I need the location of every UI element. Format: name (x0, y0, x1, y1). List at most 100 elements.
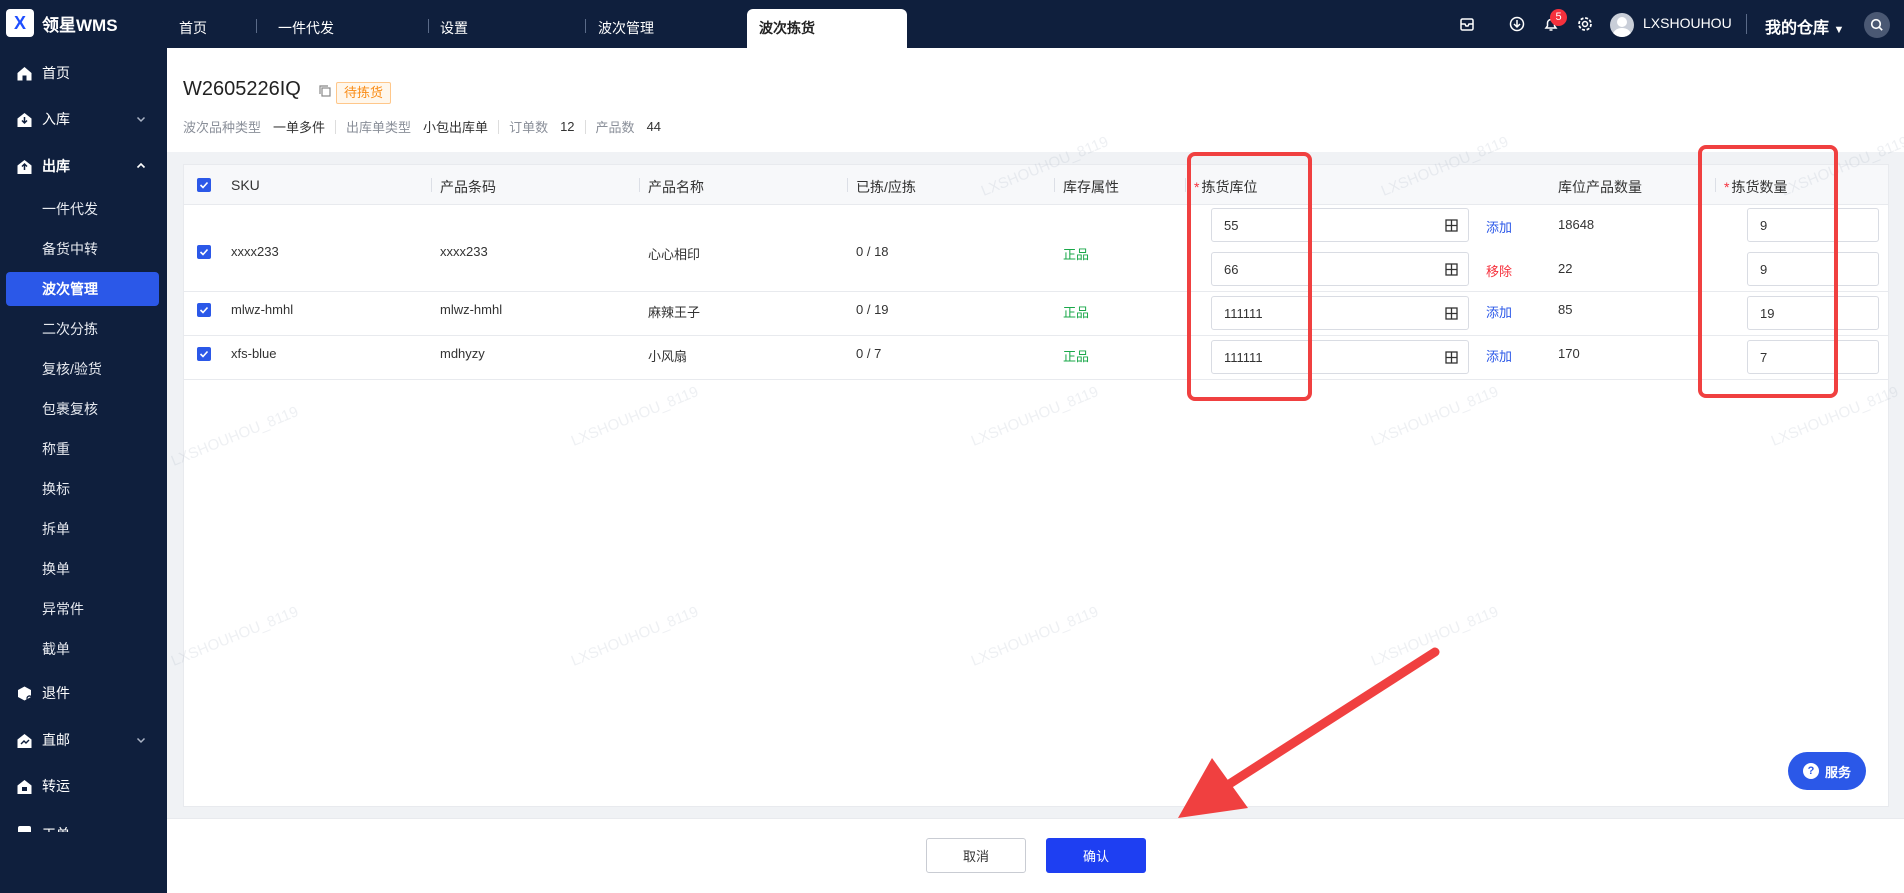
cell-picked: 0 / 7 (856, 346, 882, 361)
sidebar-sub-weighing[interactable]: 称重 (0, 432, 167, 466)
row-divider (184, 379, 1888, 380)
row-divider (184, 291, 1888, 292)
gear-icon[interactable] (1574, 13, 1596, 35)
cancel-button[interactable]: 取消 (926, 838, 1026, 873)
cell-product-name: 麻辣王子 (648, 305, 701, 320)
cell-stock-attribute: 正品 (1063, 247, 1090, 262)
select-all-checkbox[interactable] (197, 178, 211, 192)
meta-label: 波次品种类型 (183, 120, 262, 135)
sidebar-item-direct-mail[interactable]: 直邮 (0, 720, 167, 760)
sidebar-sub-exceptions[interactable]: 异常件 (0, 592, 167, 626)
help-icon: ? (1802, 763, 1819, 779)
tab-dropship[interactable]: 一件代发 (278, 9, 334, 48)
sidebar-item-home[interactable]: 首页 (0, 53, 167, 93)
add-location-link[interactable]: 添加 (1486, 346, 1512, 365)
wave-header: W2605226IQ 待拣货 波次品种类型 一单多件 出库单类型 小包出库单 订… (167, 48, 1904, 152)
sidebar-item-transfer[interactable]: 转运 (0, 766, 167, 806)
sidebar-sub-split-order[interactable]: 拆单 (0, 512, 167, 546)
inbound-icon (17, 113, 32, 127)
location-picker-icon[interactable] (1445, 219, 1458, 232)
search-icon[interactable] (1864, 12, 1890, 38)
annotation-arrow (1178, 647, 1440, 818)
warehouse-selector[interactable]: 我的仓库 ▼ (1765, 14, 1844, 38)
sidebar-sub-wave-management[interactable]: 波次管理 (6, 272, 159, 306)
meta-value: 44 (646, 119, 662, 134)
location-picker-icon[interactable] (1445, 307, 1458, 320)
column-header-sku: SKU (231, 177, 260, 193)
cell-sku: mlwz-hmhl (231, 302, 294, 317)
sidebar-item-label: 首页 (42, 65, 70, 81)
tab-home[interactable]: 首页 (179, 9, 207, 48)
sidebar-item-ticket[interactable]: 工单 (0, 812, 167, 832)
sidebar-sub-review-inspect[interactable]: 复核/验货 (0, 352, 167, 386)
service-label: 服务 (1824, 764, 1851, 780)
cell-sku: xfs-blue (231, 346, 277, 361)
sidebar-sub-change-order[interactable]: 换单 (0, 552, 167, 586)
caret-down-icon: ▼ (1833, 24, 1845, 36)
tab-divider (585, 19, 586, 33)
footer-bar (167, 818, 1904, 893)
location-picker-icon[interactable] (1445, 263, 1458, 276)
service-button[interactable]: ? 服务 (1788, 752, 1866, 790)
column-header-location-qty: 库位产品数量 (1558, 179, 1642, 195)
cell-barcode: xxxx233 (440, 244, 488, 259)
cell-picked: 0 / 18 (856, 244, 889, 259)
sidebar-item-inbound[interactable]: 入库 (0, 99, 167, 139)
cell-product-name: 心心相印 (648, 247, 701, 262)
add-location-link[interactable]: 添加 (1486, 302, 1512, 321)
sidebar-sub-relabel[interactable]: 换标 (0, 472, 167, 506)
tab-settings[interactable]: 设置 (440, 9, 468, 48)
app-logo[interactable]: X 领星WMS (6, 9, 118, 37)
sidebar-item-label: 工单 (42, 824, 70, 832)
add-location-link[interactable]: 添加 (1486, 217, 1512, 236)
row-checkbox[interactable] (197, 245, 211, 259)
meta-label: 产品数 (595, 120, 635, 135)
outbound-icon (17, 160, 32, 174)
location-picker-icon[interactable] (1445, 351, 1458, 364)
cell-stock-attribute: 正品 (1063, 349, 1090, 364)
direct-mail-icon (17, 734, 32, 748)
copy-icon[interactable] (318, 84, 332, 98)
column-header-product-name: 产品名称 (648, 179, 704, 195)
sidebar-sub-package-review[interactable]: 包裹复核 (0, 392, 167, 426)
sidebar-sub-stock-transfer[interactable]: 备货中转 (0, 232, 167, 266)
transfer-icon (17, 780, 32, 794)
tab-wave-picking[interactable]: 波次拣货 (747, 9, 907, 48)
task-box-icon[interactable] (1456, 13, 1478, 35)
column-header-stock-attribute: 库存属性 (1063, 179, 1119, 195)
annotation-box-pick-location (1187, 152, 1312, 401)
sidebar-item-label: 出库 (42, 158, 70, 174)
sidebar-item-label: 入库 (42, 111, 70, 127)
notification-badge: 5 (1550, 9, 1567, 26)
chevron-down-icon (136, 737, 146, 744)
column-header-barcode: 产品条码 (440, 179, 496, 195)
pick-table: SKU 产品条码 产品名称 已拣/应拣 库存属性 * 拣货库位 库位产品数量 * 拣… (183, 164, 1889, 807)
sidebar-item-outbound[interactable]: 出库 (0, 146, 167, 186)
download-icon[interactable] (1506, 13, 1528, 35)
cell-location-qty: 22 (1558, 261, 1573, 276)
tab-wave-management[interactable]: 波次管理 (598, 9, 654, 48)
meta-value: 一单多件 (273, 120, 326, 135)
topbar-divider (1746, 14, 1747, 34)
meta-label: 订单数 (509, 120, 549, 135)
avatar[interactable] (1610, 13, 1634, 37)
sidebar-sub-intercept[interactable]: 截单 (0, 632, 167, 666)
ticket-icon (18, 826, 31, 832)
confirm-button[interactable]: 确认 (1046, 838, 1146, 873)
logo-icon: X (6, 9, 34, 37)
sidebar-sub-secondary-sorting[interactable]: 二次分拣 (0, 312, 167, 346)
chevron-down-icon (136, 116, 146, 123)
cell-barcode: mdhyzy (440, 346, 485, 361)
sidebar-item-returns[interactable]: 退件 (0, 673, 167, 713)
remove-location-link[interactable]: 移除 (1486, 261, 1512, 280)
home-icon (17, 67, 32, 81)
tab-divider (428, 19, 429, 33)
table-header: SKU 产品条码 产品名称 已拣/应拣 库存属性 * 拣货库位 库位产品数量 * 拣… (184, 165, 1888, 205)
row-checkbox[interactable] (197, 347, 211, 361)
row-checkbox[interactable] (197, 303, 211, 317)
cell-location-qty: 85 (1558, 302, 1573, 317)
tab-divider (256, 19, 257, 33)
sidebar-sub-dropship[interactable]: 一件代发 (0, 192, 167, 226)
username[interactable]: LXSHOUHOU (1643, 15, 1732, 31)
chevron-up-icon (136, 162, 146, 169)
